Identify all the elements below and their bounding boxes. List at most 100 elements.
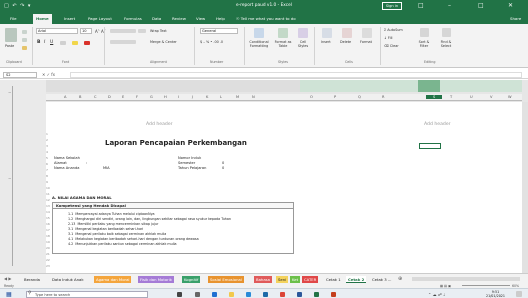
tab-data[interactable]: Data [152, 16, 161, 21]
fx-buttons[interactable]: ✕ ✓ fx [42, 72, 55, 77]
sort-filter-icon[interactable] [420, 28, 429, 37]
mail-icon[interactable] [263, 291, 268, 297]
row-number[interactable]: 20 [46, 246, 50, 250]
sheet-tab[interactable]: Bahasa [254, 275, 272, 283]
word-icon[interactable] [297, 291, 302, 297]
row-number[interactable]: 13 [46, 204, 50, 208]
horizontal-scrollbar[interactable] [412, 277, 520, 281]
sheet-tab[interactable]: Cetak 3 ... [370, 276, 393, 283]
tab-page-layout[interactable]: Page Layout [88, 16, 112, 21]
cell-styles-icon[interactable] [298, 28, 308, 38]
add-header-right[interactable]: Add header [424, 122, 451, 127]
tab-file[interactable]: File [10, 16, 17, 21]
row-number[interactable]: 8 [46, 174, 48, 178]
number-format-buttons[interactable]: $ – % • .00 .0 [200, 40, 223, 44]
row-number[interactable]: 17 [46, 228, 50, 232]
col-header[interactable]: N [252, 95, 255, 99]
row-number[interactable]: 16 [46, 222, 50, 226]
find-select-icon[interactable] [442, 28, 451, 37]
task-view-icon[interactable] [195, 291, 200, 297]
sheet-tab[interactable]: Cetak 1 [324, 276, 343, 283]
taskbar-search[interactable]: Type here to search [26, 290, 148, 298]
sheet-tab[interactable]: CATER [302, 275, 319, 283]
find-select-button[interactable]: Find & Select [436, 40, 456, 48]
col-header[interactable]: J [192, 95, 193, 99]
sheet-tab[interactable]: Seni [276, 275, 289, 283]
sheet-tab[interactable]: Data Induk Anak [50, 276, 86, 283]
row-number[interactable]: 21 [46, 252, 50, 256]
active-cell[interactable] [419, 143, 441, 149]
zoom-level[interactable]: 60% [512, 284, 519, 288]
ribbon-display-icon[interactable]: □ [418, 2, 424, 9]
col-header[interactable]: O [310, 95, 313, 99]
fill-button[interactable]: ↓ Fill [384, 36, 392, 40]
italic-button[interactable]: I [44, 40, 45, 45]
outline-collapse-icon-2[interactable]: − [8, 176, 11, 181]
sheet-tab[interactable]: Ket [290, 275, 301, 283]
insert-cells-icon[interactable] [322, 28, 332, 38]
col-header[interactable]: C [94, 95, 97, 99]
font-size-select[interactable]: 10 [80, 28, 92, 34]
number-format-select[interactable]: General [200, 28, 238, 34]
col-header[interactable]: H [164, 95, 167, 99]
sheet-tab[interactable]: Agama dan Moral [94, 275, 132, 283]
sheet-tab[interactable]: Fisik dan Motorik [138, 275, 174, 283]
delete-cells-icon[interactable] [342, 28, 352, 38]
orientation-icon[interactable] [138, 29, 146, 33]
col-header[interactable]: G [150, 95, 153, 99]
notifications-icon[interactable] [516, 291, 522, 297]
sheet-tab[interactable]: Sosial Emosional [208, 275, 244, 283]
col-header[interactable]: L [220, 95, 222, 99]
col-header[interactable]: B [79, 95, 81, 99]
col-header[interactable]: Q [358, 95, 361, 99]
edge-icon[interactable] [212, 291, 217, 297]
row-number[interactable]: 3 [46, 144, 48, 148]
sheet-tab[interactable]: Beranda [22, 276, 42, 283]
tab-insert[interactable]: Insert [64, 16, 75, 21]
row-number[interactable]: 22 [46, 258, 50, 262]
row-number[interactable]: 2 [46, 138, 48, 142]
name-box[interactable]: S2 [3, 71, 37, 78]
add-header-left[interactable]: Add header [146, 122, 173, 127]
col-header[interactable]: M [236, 95, 239, 99]
row-number[interactable]: 23 [46, 264, 50, 268]
vertical-scrollbar[interactable] [522, 102, 528, 273]
tab-help[interactable]: Help [216, 16, 225, 21]
powerpoint-icon[interactable] [331, 291, 336, 297]
col-header[interactable]: P [334, 95, 336, 99]
tab-review[interactable]: Review [172, 16, 186, 21]
font-name-select[interactable]: Arial [36, 28, 78, 34]
font-color-icon[interactable] [84, 41, 90, 45]
cortana-icon[interactable] [177, 291, 182, 297]
col-header[interactable]: U [470, 95, 473, 99]
cell-styles-button[interactable]: Cell Styles [296, 40, 310, 48]
store-icon[interactable] [246, 291, 251, 297]
fill-color-icon[interactable] [72, 41, 78, 45]
row-number[interactable]: 12 [46, 198, 50, 202]
bold-button[interactable]: B [37, 40, 40, 45]
sheet-tab[interactable]: Kognitif [182, 275, 201, 283]
tell-me-search[interactable]: ☉ Tell me what you want to do [236, 16, 296, 21]
row-number[interactable]: 9 [46, 180, 48, 184]
col-header[interactable]: F [136, 95, 138, 99]
view-buttons[interactable]: ▦ ▤ ▣ [440, 284, 451, 288]
formula-input[interactable] [70, 71, 522, 78]
format-painter-icon[interactable] [22, 46, 27, 50]
row-number[interactable]: 14 [46, 210, 50, 214]
tab-formulas[interactable]: Formulas [124, 16, 142, 21]
paste-icon[interactable] [5, 28, 17, 42]
conditional-formatting-icon[interactable] [254, 28, 264, 38]
clear-button[interactable]: ⌫ Clear [384, 44, 399, 48]
cut-icon[interactable] [22, 30, 27, 34]
borders-icon[interactable] [60, 41, 66, 45]
col-header[interactable]: D [108, 95, 111, 99]
row-number[interactable]: 15 [46, 216, 50, 220]
col-header[interactable]: I [178, 95, 179, 99]
chrome-icon[interactable] [280, 291, 285, 297]
format-cells-icon[interactable] [362, 28, 372, 38]
format-as-table-button[interactable]: Format as Table [274, 40, 292, 48]
paste-button[interactable]: Paste [5, 44, 14, 48]
tab-view[interactable]: View [196, 16, 205, 21]
maximize-icon[interactable]: □ [478, 2, 484, 9]
add-sheet-icon[interactable]: ⊕ [398, 276, 402, 282]
